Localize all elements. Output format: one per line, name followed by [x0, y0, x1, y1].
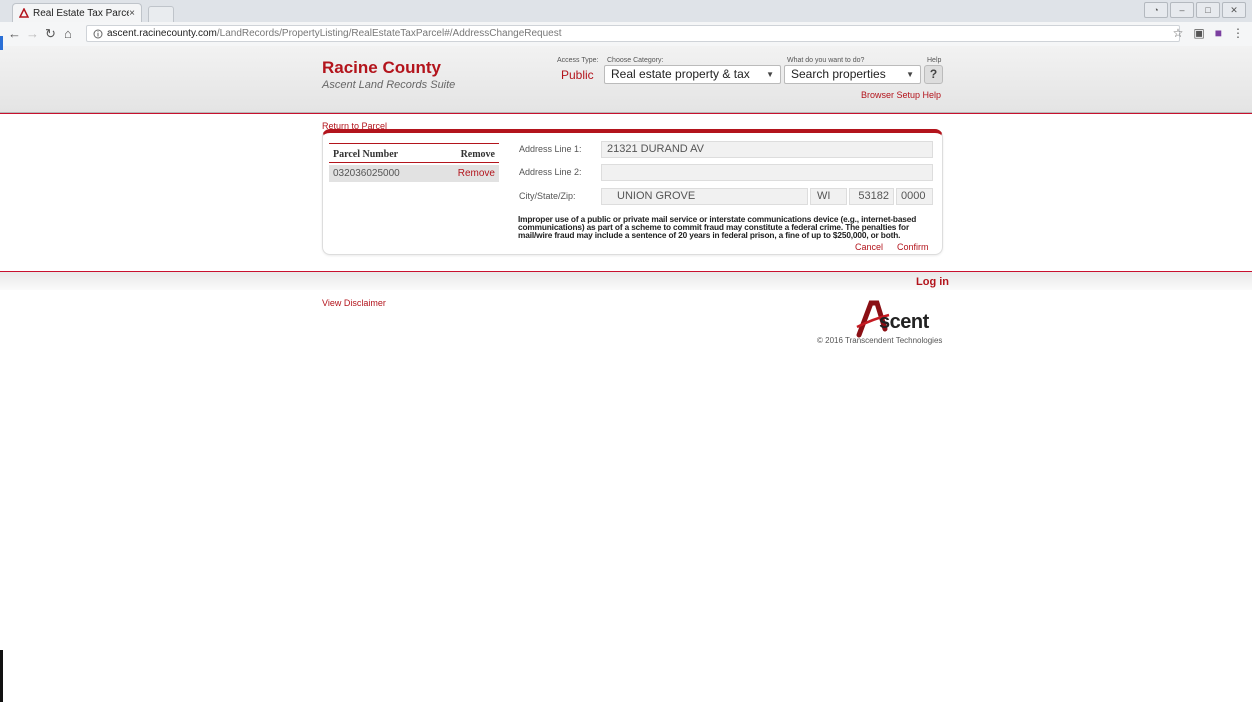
browser-tab[interactable]: Real Estate Tax Parcel ×	[12, 3, 142, 22]
view-disclaimer-link[interactable]: View Disclaimer	[322, 298, 386, 308]
help-button[interactable]: ?	[924, 65, 943, 84]
extension-icon[interactable]: ▣	[1193, 26, 1204, 40]
remove-header: Remove	[460, 149, 495, 160]
access-type-label: Access Type:	[557, 57, 599, 64]
suite-name: Ascent Land Records Suite	[322, 79, 456, 91]
maximize-icon[interactable]: □	[1196, 2, 1220, 18]
onenote-icon[interactable]: ■	[1215, 26, 1222, 40]
parcel-table-header: Parcel Number Remove	[329, 143, 499, 163]
address-bar[interactable]: ascent.racinecounty.com/LandRecords/Prop…	[86, 25, 1180, 42]
city-field[interactable]: UNION GROVE	[601, 188, 808, 205]
confirm-link[interactable]: Confirm	[897, 242, 929, 252]
info-icon	[93, 29, 103, 38]
back-icon[interactable]: ←	[8, 26, 21, 41]
new-tab-button[interactable]	[148, 6, 174, 22]
access-type-value: Public	[561, 68, 594, 82]
zip-field[interactable]: 53182	[849, 188, 894, 205]
chevron-down-icon: ▼	[906, 70, 914, 79]
bookmark-star-icon[interactable]: ☆	[1173, 26, 1184, 40]
address2-field[interactable]	[601, 164, 933, 181]
user-icon[interactable]: ◔	[1144, 2, 1168, 18]
tab-close-icon[interactable]: ×	[129, 8, 135, 19]
forward-icon[interactable]: →	[26, 26, 39, 41]
home-icon[interactable]: ⌂	[64, 26, 72, 41]
address1-field[interactable]: 21321 DURAND AV	[601, 141, 933, 158]
chevron-down-icon: ▼	[766, 70, 774, 79]
footer-bar	[0, 272, 1252, 290]
city-state-zip-label: City/State/Zip:	[519, 191, 576, 201]
url-text: ascent.racinecounty.com/LandRecords/Prop…	[107, 28, 562, 39]
header-divider	[0, 113, 1252, 114]
window-controls: ◔ – □ ✕	[1144, 2, 1246, 18]
action-label: What do you want to do?	[787, 57, 865, 64]
reload-icon[interactable]: ↻	[45, 26, 56, 42]
fraud-warning-text: Improper use of a public or private mail…	[518, 214, 917, 240]
tab-title: Real Estate Tax Parcel	[33, 7, 130, 19]
table-row: 032036025000 Remove	[329, 165, 499, 182]
menu-icon[interactable]: ⋮	[1232, 26, 1244, 40]
left-edge-marker	[0, 36, 3, 50]
cancel-link[interactable]: Cancel	[855, 242, 883, 252]
address1-label: Address Line 1:	[519, 144, 582, 154]
category-label: Choose Category:	[607, 57, 664, 64]
parcel-number: 032036025000	[333, 168, 400, 179]
browser-setup-help-link[interactable]: Browser Setup Help	[861, 90, 941, 100]
left-edge-bar	[0, 650, 3, 702]
zip4-field[interactable]: 0000	[896, 188, 933, 205]
parcel-number-header: Parcel Number	[333, 149, 399, 160]
ascent-favicon-icon	[19, 8, 29, 18]
ascent-logo-text: scent	[879, 311, 929, 333]
ascent-logo[interactable]: scent	[855, 299, 945, 339]
brand[interactable]: Racine County Ascent Land Records Suite	[322, 58, 455, 91]
category-select[interactable]: Real estate property & tax ▼	[604, 65, 781, 84]
help-label: Help	[927, 57, 942, 64]
close-window-icon[interactable]: ✕	[1222, 2, 1246, 18]
login-link[interactable]: Log in	[916, 276, 949, 288]
browser-toolbar: ← → ↻ ⌂ ascent.racinecounty.com/LandReco…	[0, 22, 1252, 47]
county-name: Racine County	[322, 58, 442, 77]
action-select[interactable]: Search properties ▼	[784, 65, 921, 84]
copyright-text: © 2016 Transcendent Technologies	[817, 336, 943, 345]
remove-link[interactable]: Remove	[458, 168, 495, 179]
address2-label: Address Line 2:	[519, 167, 582, 177]
browser-tab-strip: Real Estate Tax Parcel × ◔ – □ ✕	[0, 0, 1252, 23]
minimize-icon[interactable]: –	[1170, 2, 1194, 18]
parcel-table: Parcel Number Remove 032036025000 Remove	[329, 143, 499, 182]
state-field[interactable]: WI	[810, 188, 847, 205]
